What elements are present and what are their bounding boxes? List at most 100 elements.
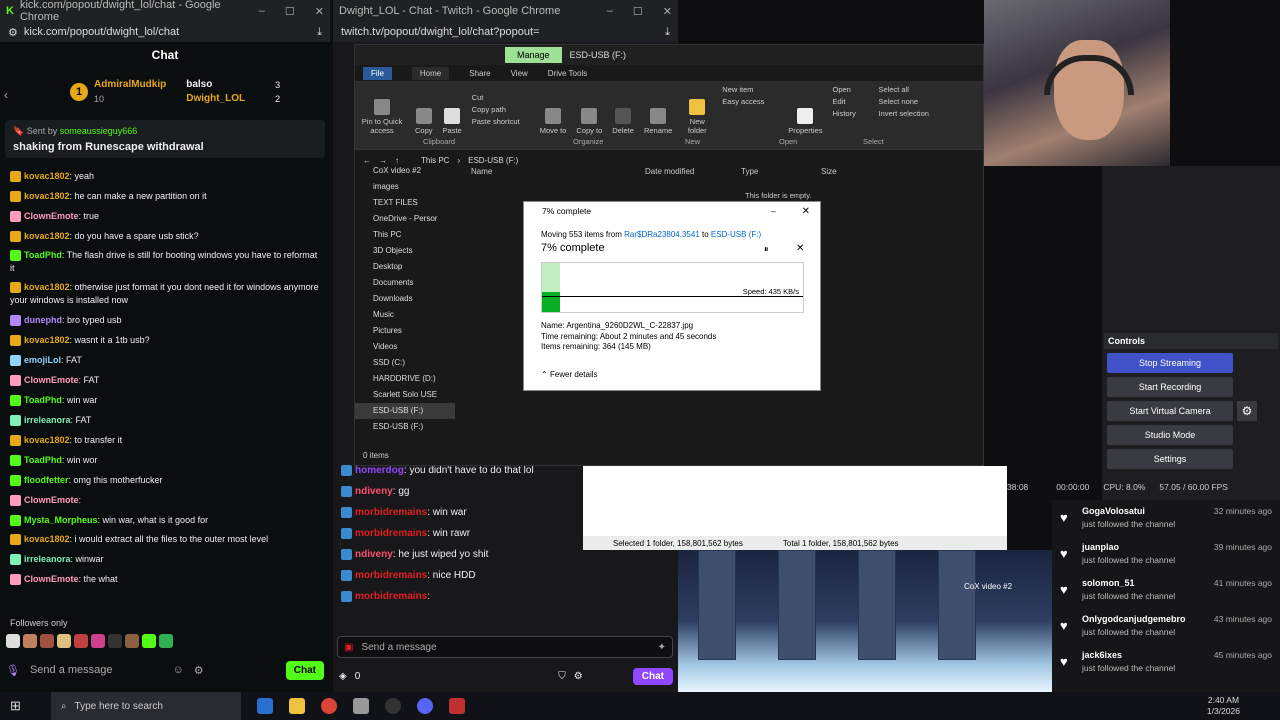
windows-start-icon[interactable]: ⊞ [10,698,21,714]
chat-username[interactable]: morbidremains [355,570,427,581]
chat-username[interactable]: floodfetter [24,475,69,485]
chat-username[interactable]: kovac1802 [24,335,70,345]
app-icon[interactable] [352,698,369,714]
pin-quick-access-button[interactable]: Pin to Quick access [359,83,405,135]
twitch-title-bar[interactable]: Dwight_LOL - Chat - Twitch - Google Chro… [333,0,678,22]
copy-to-button[interactable]: Copy to [576,83,602,135]
col-size[interactable]: Size [821,167,837,176]
site-settings-icon[interactable]: ⚙ [8,26,18,39]
chat-username[interactable]: ToadPhd [24,455,62,465]
pause-icon[interactable]: ⏸ [764,244,769,255]
chat-username[interactable]: homerdog [355,465,404,476]
nav-item[interactable]: 3D Objects [355,243,455,259]
minimize-icon[interactable]: – [607,5,613,18]
tab-view[interactable]: View [511,69,528,78]
nav-item[interactable]: ESD-USB (F:) [355,403,455,419]
tab-drive-tools[interactable]: Drive Tools [548,69,587,78]
download-icon[interactable]: ⤓ [317,26,322,39]
nav-item[interactable]: Downloads [355,291,455,307]
select-all-button[interactable]: Select all [878,85,928,94]
chat-username[interactable]: morbidremains [355,528,427,539]
gear-icon[interactable]: ⚙ [1237,401,1257,421]
twitch-url-bar[interactable]: twitch.tv/popout/dwight_lol/chat?popout=… [333,22,678,42]
desktop-icon-label[interactable]: CoX video #2 [964,582,1012,591]
tab-file[interactable]: File [363,66,392,80]
download-icon[interactable]: ⤓ [665,26,670,39]
chat-username[interactable]: ClownEmote [24,495,79,505]
chat-username[interactable]: ndiveny [355,549,393,560]
easy-access-button[interactable]: Easy access [722,97,778,106]
taskbar-search[interactable]: ⌕ Type here to search [50,692,241,720]
minimize-icon[interactable]: – [771,206,776,216]
manage-tab[interactable]: Manage [505,47,562,63]
chat-username[interactable]: kovac1802 [24,191,70,201]
settings-icon[interactable]: ⚙ [574,671,583,682]
obs-icon[interactable] [384,698,401,714]
select-none-button[interactable]: Select none [878,97,928,106]
kick-message-input[interactable]: Send a message [30,664,113,676]
chat-username[interactable]: dunephd [24,315,62,325]
tab-share[interactable]: Share [469,69,490,78]
open-button[interactable]: Open [832,85,868,94]
new-item-button[interactable]: New item [722,85,778,94]
twitch-message-input[interactable]: Send a message [361,642,436,653]
col-name[interactable]: Name [471,167,492,176]
chat-username[interactable]: morbidremains [355,591,427,602]
nav-item[interactable]: SSD (C:) [355,355,455,371]
app2-icon[interactable] [448,698,465,714]
gift-icon[interactable]: ▣ [344,642,353,653]
maximize-icon[interactable]: ☐ [285,5,295,18]
paste-button[interactable]: Paste [443,83,462,135]
chat-username[interactable]: ToadPhd [24,395,62,405]
tab-home[interactable]: Home [411,66,450,80]
chat-username[interactable]: kovac1802 [24,435,70,445]
chat-username[interactable]: irreleanora [24,554,71,564]
start-recording-button[interactable]: Start Recording [1107,377,1233,397]
chat-username[interactable]: irreleanora [24,415,71,425]
nav-item[interactable]: OneDrive - Persor [355,211,455,227]
studio-mode-button[interactable]: Studio Mode [1107,425,1233,445]
chat-username[interactable]: morbidremains [355,507,427,518]
twitch-chat-button[interactable]: Chat [632,667,673,685]
settings-icon[interactable]: ⚙ [194,664,204,677]
copy-button[interactable]: Copy [415,83,433,135]
move-to-button[interactable]: Move to [540,83,566,135]
breadcrumb-drive[interactable]: ESD-USB (F:) [468,156,518,165]
pinned-user[interactable]: someaussieguy666 [60,126,138,136]
invert-selection-button[interactable]: Invert selection [878,109,928,118]
edge-icon[interactable] [256,698,273,714]
nav-item[interactable]: Music [355,307,455,323]
fewer-details-button[interactable]: ⌃ Fewer details [541,370,598,379]
col-type[interactable]: Type [741,167,758,176]
settings-button[interactable]: Settings [1107,449,1233,469]
cut-button[interactable]: Cut [472,93,530,102]
kick-chat-button[interactable]: Chat [285,660,324,680]
chat-username[interactable]: ToadPhd [24,250,62,260]
delete-button[interactable]: Delete [612,83,634,135]
nav-item[interactable]: Documents [355,275,455,291]
discord-icon[interactable] [416,698,433,714]
minimize-icon[interactable]: – [259,5,265,18]
emote-bar[interactable] [6,634,173,648]
emote-picker-icon[interactable]: ✦ [658,642,666,653]
nav-item[interactable]: images [355,179,455,195]
edit-button[interactable]: Edit [832,97,868,106]
pinned-message[interactable]: 🔖 Sent by someaussieguy666 shaking from … [5,120,325,158]
twitch-input[interactable]: ▣ Send a message ✦ [337,636,673,658]
nav-item[interactable]: Scarlett Solo USE [355,387,455,403]
close-icon[interactable]: ✕ [315,5,324,18]
chat-username[interactable]: ClownEmote [24,574,79,584]
new-folder-button[interactable]: New folder [682,83,712,135]
stop-streaming-button[interactable]: Stop Streaming [1107,353,1233,373]
shield-icon[interactable]: ⛉ [558,671,566,682]
nav-item[interactable]: ESD-USB (F:) [355,419,455,435]
nav-item[interactable]: HARDDRIVE (D:) [355,371,455,387]
chat-username[interactable]: kovac1802 [24,534,70,544]
points-icon[interactable]: ◈ [339,671,347,682]
chat-username[interactable]: emojiLol [24,355,61,365]
chat-username[interactable]: kovac1802 [24,231,70,241]
col-date[interactable]: Date modified [645,167,694,176]
close-icon[interactable]: ✕ [802,206,810,217]
copy-path-button[interactable]: Copy path [472,105,530,114]
cancel-icon[interactable]: ✕ [796,243,804,254]
